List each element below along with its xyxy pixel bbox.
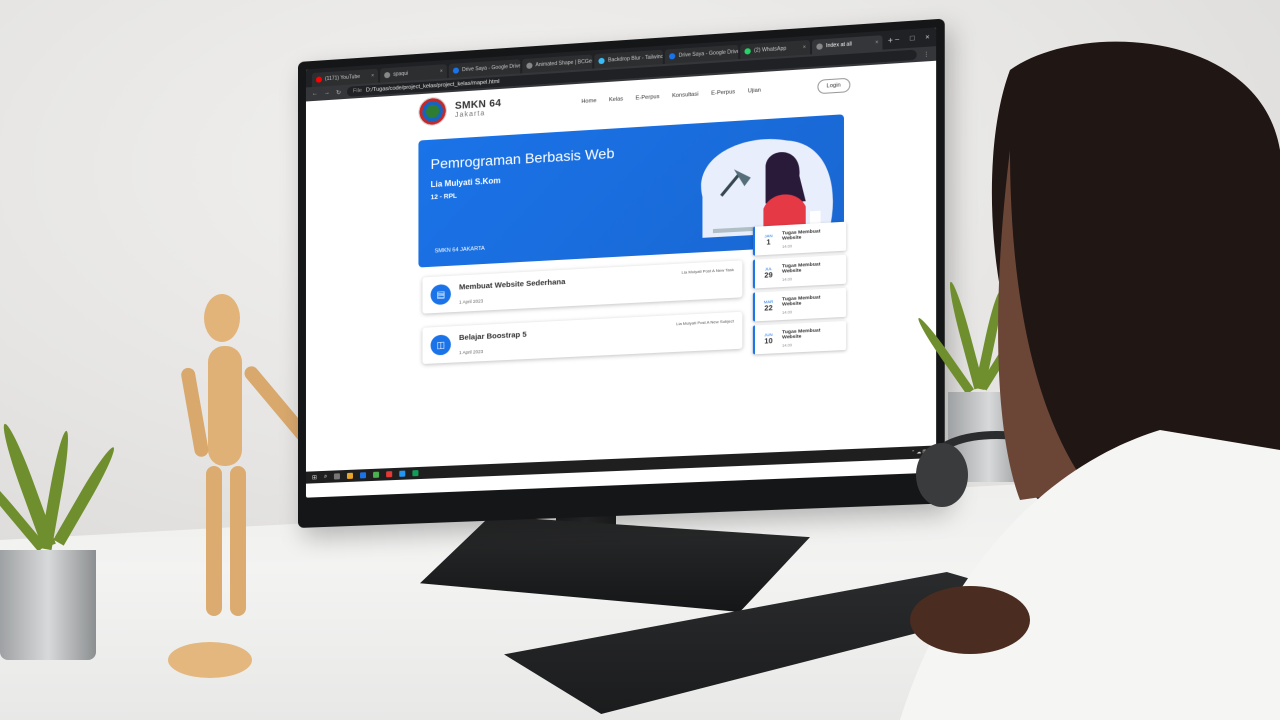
plant-left — [0, 420, 140, 670]
task-card[interactable]: JUN 10 Tugas Membuat Website 14.00 — [752, 320, 847, 355]
menu-item-ujian[interactable]: Ujian — [748, 87, 761, 94]
post-list: ▤ Membuat Website Sederhana 1 April 2023… — [422, 260, 743, 378]
taskbar-app-icon[interactable] — [412, 470, 419, 477]
reload-icon[interactable]: ↻ — [336, 89, 341, 96]
tab-label: Drive Saya - Google Drive — [678, 48, 739, 59]
task-date: JUN 10 — [761, 332, 775, 347]
menu-item-konsultasi[interactable]: Konsultasi — [672, 91, 699, 99]
windows-taskbar: ⊞ ⌕ ⌃ ☁ ⌨ — [305, 445, 937, 484]
screen: (1171) YouTube × spaqui × Drive Saya - Goo… — [305, 27, 937, 498]
task-title: Tugas Membuat Website — [782, 294, 821, 308]
tab-favicon — [598, 57, 605, 65]
tab-label: Index at all — [826, 41, 852, 50]
task-card[interactable]: JAN 1 Tugas Membuat Website 14.00 — [752, 221, 847, 256]
task-time: 14.00 — [782, 243, 793, 249]
start-icon[interactable]: ⊞ — [312, 474, 317, 481]
subject-title: Pemrograman Berbasis Web — [430, 144, 615, 173]
taskbar-app-icon[interactable] — [347, 472, 354, 479]
tab-favicon — [384, 71, 391, 79]
assignment-icon: ▤ — [430, 283, 451, 306]
site-menu: Home Kelas E-Perpus Konsultasi E-Perpus … — [581, 87, 761, 105]
tab-label: Animated Shape | BCGer — [535, 58, 593, 69]
post-author: Lia Mulyati Post A New Task — [681, 266, 734, 275]
tab-label: spaqui — [393, 70, 409, 78]
task-card[interactable]: MAR 22 Tugas Membuat Website 14.00 — [752, 287, 847, 322]
taskbar-app-icon[interactable] — [360, 472, 367, 479]
post-date: 1 April 2023 — [458, 348, 484, 356]
tab-label: Backdrop Blur - Tailwind — [607, 53, 664, 64]
task-body: Tugas Membuat Website 14.00 — [782, 327, 840, 347]
post-date: 1 April 2023 — [458, 298, 484, 305]
brand: SMKN 64 Jakarta — [455, 98, 501, 119]
tab-favicon — [816, 43, 823, 50]
post-card[interactable]: ▤ Membuat Website Sederhana 1 April 2023… — [422, 260, 743, 314]
task-date: JUL 29 — [761, 266, 775, 281]
post-title: Belajar Boostrap 5 — [458, 329, 527, 343]
post-title: Membuat Website Sederhana — [458, 276, 566, 292]
taskbar-app-icon[interactable] — [399, 470, 406, 477]
tab-favicon — [315, 76, 322, 83]
menu-item-home[interactable]: Home — [581, 98, 596, 105]
url-scheme: File — [353, 87, 362, 95]
taskbar-app-icon[interactable] — [334, 473, 341, 480]
task-body: Tugas Membuat Website 14.00 — [782, 261, 840, 282]
post-card[interactable]: ◫ Belajar Boostrap 5 1 April 2023 Lia Mu… — [422, 311, 743, 365]
school-label: SMKN 64 JAKARTA — [434, 245, 485, 255]
website: SMKN 64 Jakarta Home Kelas E-Perpus Kons… — [305, 60, 937, 484]
task-date: MAR 22 — [761, 299, 775, 314]
close-icon[interactable]: × — [371, 73, 374, 79]
taskbar-app-icon[interactable] — [373, 471, 380, 478]
taskbar-app-icon[interactable] — [386, 471, 393, 478]
task-body: Tugas Membuat Website 14.00 — [782, 228, 840, 249]
tab-favicon — [669, 53, 676, 60]
task-day: 1 — [766, 239, 771, 247]
monitor: (1171) YouTube × spaqui × Drive Saya - Goo… — [298, 18, 945, 529]
tab-favicon — [744, 48, 751, 55]
task-title: Tugas Membuat Website — [782, 261, 821, 275]
school-logo[interactable] — [418, 96, 447, 127]
brand-subtitle: Jakarta — [454, 110, 486, 120]
task-time: 14.00 — [782, 342, 793, 348]
task-day: 10 — [764, 338, 773, 346]
back-icon[interactable]: ← — [312, 91, 318, 97]
forward-icon[interactable]: → — [324, 90, 330, 96]
menu-item-e-perpus-2[interactable]: E-Perpus — [711, 89, 735, 97]
task-title: Tugas Membuat Website — [782, 228, 821, 242]
task-day: 22 — [764, 305, 773, 313]
task-title: Tugas Membuat Website — [782, 327, 821, 341]
tab-favicon — [526, 62, 533, 69]
task-body: Tugas Membuat Website 14.00 — [782, 294, 840, 314]
tab-favicon — [452, 67, 459, 74]
close-icon[interactable]: × — [440, 68, 443, 74]
tab-label: Drive Saya - Google Drive — [462, 63, 521, 74]
menu-item-kelas[interactable]: Kelas — [609, 96, 623, 103]
person-at-desk — [900, 41, 1280, 720]
teacher-name: Lia Mulyati S.Kom — [430, 175, 501, 190]
class-label: 12 - RPL — [430, 192, 457, 202]
task-date: JAN 1 — [761, 233, 775, 248]
task-time: 14.00 — [782, 309, 793, 315]
menu-item-e-perpus[interactable]: E-Perpus — [636, 94, 660, 102]
wooden-mannequin — [168, 294, 310, 678]
task-card[interactable]: JUL 29 Tugas Membuat Website 14.00 — [752, 254, 847, 289]
post-author: Lia Mulyati Post A New Subject — [676, 318, 734, 327]
book-icon: ◫ — [430, 334, 451, 356]
task-day: 29 — [764, 272, 773, 280]
task-list: JAN 1 Tugas Membuat Website 14.00 JUL 29 T… — [752, 221, 847, 359]
search-icon[interactable]: ⌕ — [324, 473, 327, 480]
task-time: 14.00 — [782, 276, 793, 282]
tab-label: (2) WhatsApp — [754, 45, 787, 54]
login-button[interactable]: Login — [816, 77, 851, 95]
tab-label: (1171) YouTube — [324, 73, 361, 83]
close-icon[interactable]: × — [803, 44, 806, 50]
